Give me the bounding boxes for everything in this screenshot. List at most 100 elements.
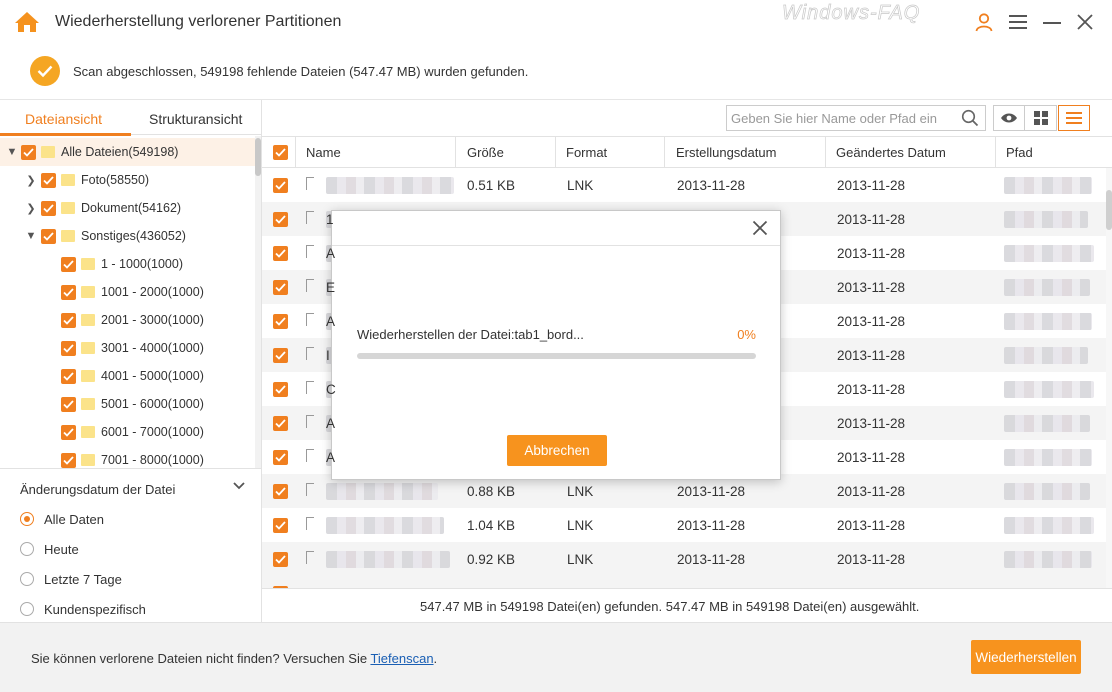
checkbox-checked-icon[interactable] <box>61 312 76 328</box>
minimize-icon[interactable] <box>1040 10 1064 34</box>
home-icon[interactable] <box>14 10 40 34</box>
checkbox-checked-icon[interactable] <box>61 452 76 468</box>
search-box[interactable] <box>726 105 986 131</box>
folder-icon <box>81 398 95 410</box>
chevron-right-icon[interactable]: ❯ <box>24 202 38 215</box>
checkbox-checked-icon[interactable] <box>273 280 288 295</box>
tree-item-range[interactable]: 1 - 1000(1000) <box>0 250 255 278</box>
progress-percent: 0% <box>737 327 756 342</box>
checkbox-checked-icon[interactable] <box>273 382 288 397</box>
file-modified: 2013-11-28 <box>837 212 906 227</box>
selection-summary: 547.47 MB in 549198 Datei(en) gefunden. … <box>420 599 920 614</box>
tab-structure-view[interactable]: Strukturansicht <box>149 111 242 127</box>
file-modified: 2013-11-28 <box>837 314 906 329</box>
checkbox-checked-icon[interactable] <box>273 348 288 363</box>
checkbox-checked-icon[interactable] <box>273 552 288 567</box>
table-scrollbar-thumb[interactable] <box>1106 190 1112 230</box>
file-format: LNK <box>567 552 594 567</box>
filter-option-label: Alle Daten <box>44 511 104 527</box>
blurred-file-path <box>1004 449 1092 466</box>
table-row[interactable]: 0.92 KB LNK 2013-11-28 2013-11-28 <box>262 542 1107 576</box>
search-icon[interactable] <box>961 109 979 130</box>
checkbox-checked-icon[interactable] <box>41 228 56 244</box>
column-path[interactable]: Pfad <box>1006 145 1033 160</box>
user-icon[interactable] <box>972 10 996 34</box>
tree-item-range[interactable]: 3001 - 4000(1000) <box>0 334 255 362</box>
radio-icon[interactable] <box>20 602 34 616</box>
checkbox-checked-icon[interactable] <box>61 424 76 440</box>
file-format: LNK <box>567 178 594 193</box>
table-row[interactable] <box>262 576 1107 588</box>
file-format: LNK <box>567 518 594 533</box>
filter-option-all[interactable]: Alle Daten <box>20 509 104 529</box>
file-name-initial: I <box>326 348 330 363</box>
tree-item-photo[interactable]: ❯ Foto(58550) <box>0 166 255 194</box>
recover-button[interactable]: Wiederherstellen <box>971 640 1081 674</box>
checkbox-checked-icon[interactable] <box>61 256 76 272</box>
radio-icon[interactable] <box>20 572 34 586</box>
checkbox-checked-icon[interactable] <box>273 518 288 533</box>
radio-icon[interactable] <box>20 542 34 556</box>
close-icon[interactable] <box>1073 10 1097 34</box>
tab-file-view[interactable]: Dateiansicht <box>25 111 102 127</box>
radio-selected-icon[interactable] <box>20 512 34 526</box>
search-input[interactable] <box>727 106 955 130</box>
checkbox-checked-icon[interactable] <box>61 284 76 300</box>
checkbox-checked-icon[interactable] <box>273 416 288 431</box>
tree-item-range[interactable]: 5001 - 6000(1000) <box>0 390 255 418</box>
tree-item-range[interactable]: 2001 - 3000(1000) <box>0 306 255 334</box>
tree-item-range[interactable]: 1001 - 2000(1000) <box>0 278 255 306</box>
tree-item-other[interactable]: ▼ Sonstiges(436052) <box>0 222 255 250</box>
table-row[interactable]: 1.04 KB LNK 2013-11-28 2013-11-28 <box>262 508 1107 542</box>
checkbox-checked-icon[interactable] <box>273 178 288 193</box>
checkbox-checked-icon[interactable] <box>61 368 76 384</box>
blurred-file-path <box>1004 279 1090 296</box>
title-bar: Wiederherstellung verlorener Partitionen… <box>0 0 1112 44</box>
filter-option-last-7-days[interactable]: Letzte 7 Tage <box>20 569 122 589</box>
tree-item-range[interactable]: 7001 - 8000(1000) <box>0 446 255 468</box>
checkbox-checked-icon[interactable] <box>41 200 56 216</box>
deep-scan-link[interactable]: Tiefenscan <box>370 651 433 666</box>
checkbox-checked-icon[interactable] <box>61 340 76 356</box>
close-icon[interactable] <box>752 220 768 239</box>
eye-icon[interactable] <box>993 105 1025 131</box>
column-modified[interactable]: Geändertes Datum <box>836 145 946 160</box>
filter-option-label: Letzte 7 Tage <box>44 571 122 587</box>
checkbox-checked-icon[interactable] <box>61 396 76 412</box>
tree-item-range[interactable]: 6001 - 7000(1000) <box>0 418 255 446</box>
column-name[interactable]: Name <box>306 145 341 160</box>
table-row[interactable]: 0.51 KB LNK 2013-11-28 2013-11-28 <box>262 168 1107 202</box>
list-icon[interactable] <box>1058 105 1090 131</box>
column-size[interactable]: Größe <box>467 145 504 160</box>
select-all-checkbox[interactable] <box>273 145 288 160</box>
filter-option-custom[interactable]: Kundenspezifisch <box>20 599 146 619</box>
tree-scrollbar-thumb[interactable] <box>255 138 261 176</box>
chevron-right-icon[interactable]: ❯ <box>24 174 38 187</box>
tree-item-label: Alle Dateien(549198) <box>61 145 179 159</box>
checkbox-checked-icon[interactable] <box>273 314 288 329</box>
chevron-down-icon[interactable]: ▼ <box>24 230 38 242</box>
tree-item-all-files[interactable]: ▼ Alle Dateien(549198) <box>0 138 255 166</box>
column-format[interactable]: Format <box>566 145 607 160</box>
checkbox-checked-icon[interactable] <box>273 212 288 227</box>
checkbox-checked-icon[interactable] <box>273 246 288 261</box>
table-scrollbar[interactable] <box>1106 168 1112 588</box>
checkbox-checked-icon[interactable] <box>21 144 36 160</box>
chevron-down-icon[interactable]: ▼ <box>5 146 19 158</box>
chevron-down-icon[interactable] <box>233 479 245 493</box>
tree-item-range[interactable]: 4001 - 5000(1000) <box>0 362 255 390</box>
grid-icon[interactable] <box>1025 105 1057 131</box>
blurred-file-name <box>326 551 450 568</box>
progress-label: Wiederherstellen der Datei:tab1_bord... <box>357 327 584 342</box>
file-name-initial: 1 <box>326 212 334 227</box>
checkbox-checked-icon[interactable] <box>273 450 288 465</box>
checkbox-checked-icon[interactable] <box>273 484 288 499</box>
checkbox-checked-icon[interactable] <box>41 172 56 188</box>
tree-scrollbar[interactable] <box>255 136 261 468</box>
filter-option-today[interactable]: Heute <box>20 539 79 559</box>
cancel-button[interactable]: Abbrechen <box>507 435 607 466</box>
tree-item-document[interactable]: ❯ Dokument(54162) <box>0 194 255 222</box>
column-created[interactable]: Erstellungsdatum <box>676 145 776 160</box>
selection-summary-bar: 547.47 MB in 549198 Datei(en) gefunden. … <box>262 588 1112 622</box>
menu-icon[interactable] <box>1006 10 1030 34</box>
